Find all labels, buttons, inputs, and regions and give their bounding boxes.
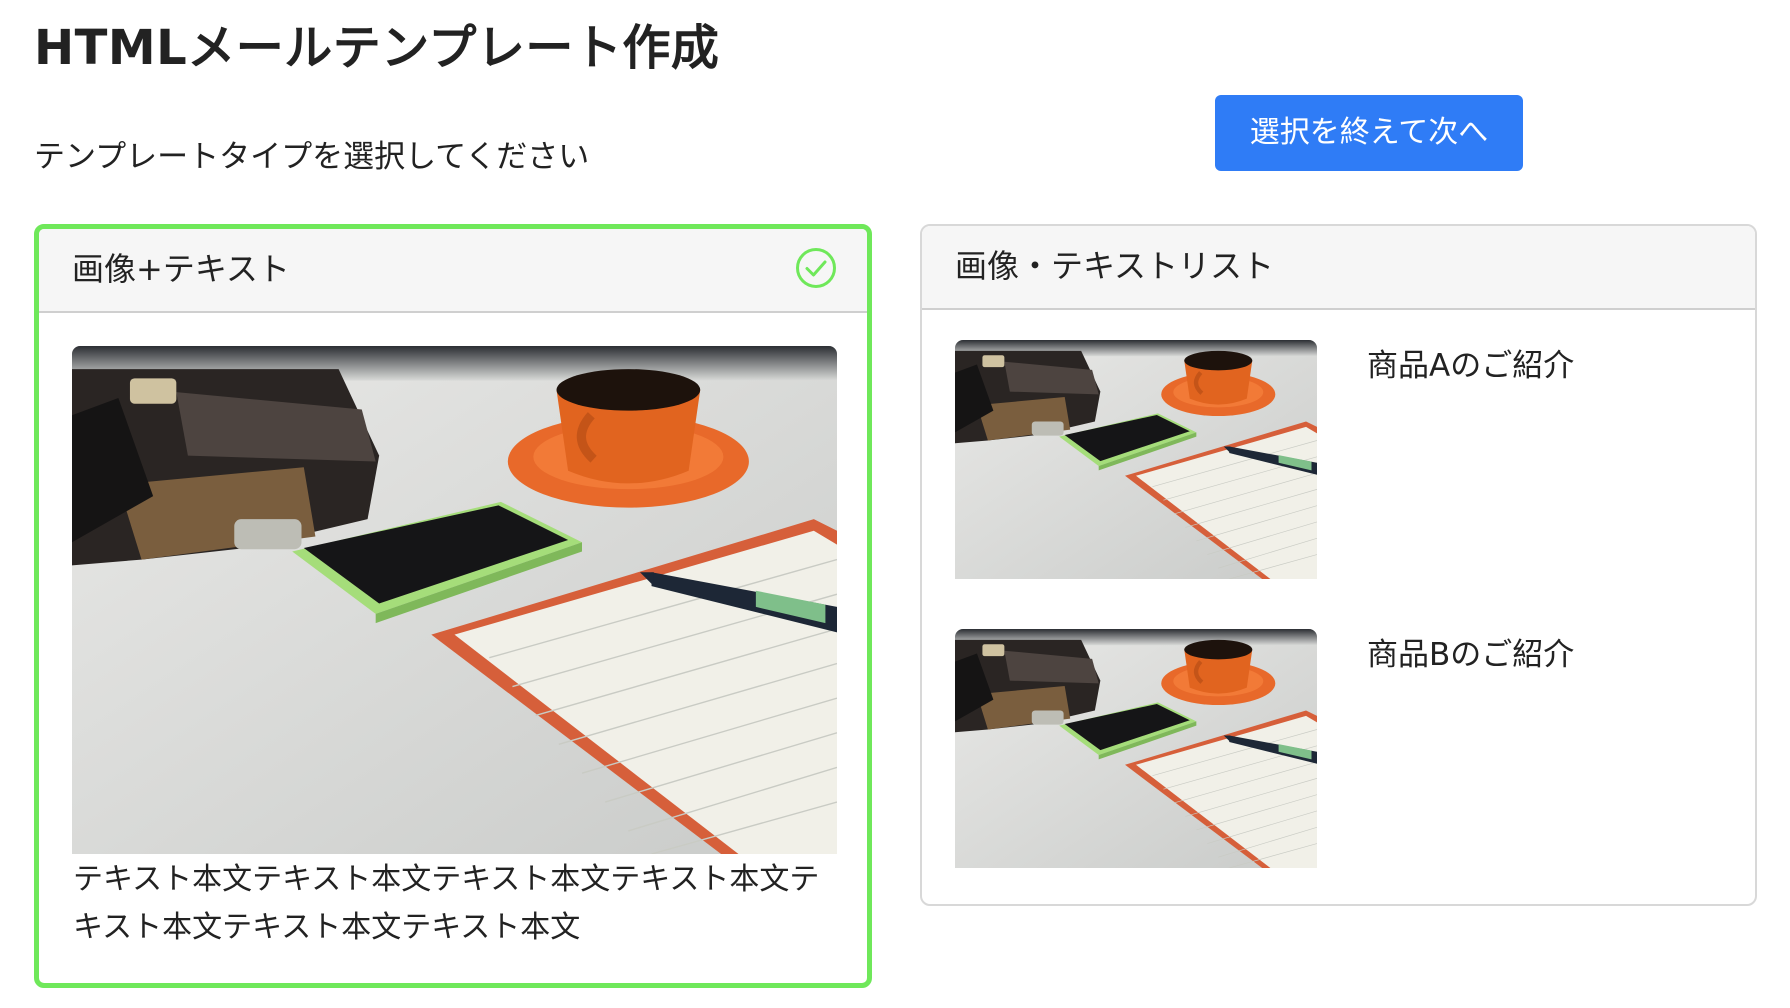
finish-selection-next-button[interactable]: 選択を終えて次へ bbox=[1215, 95, 1523, 171]
template-card-image-text[interactable]: 画像+テキスト テキスト本文テキスト本文テキスト本文テキスト本文テキスト本文テキ… bbox=[34, 224, 872, 988]
template-body-text: テキスト本文テキスト本文テキスト本文テキスト本文テキスト本文テキスト本文テキスト… bbox=[73, 862, 820, 945]
list-item-image bbox=[955, 340, 1317, 579]
template-preview-image bbox=[72, 346, 837, 854]
check-circle-icon bbox=[795, 247, 837, 289]
card-title: 画像・テキストリスト bbox=[955, 247, 1275, 285]
card-title: 画像+テキスト bbox=[72, 250, 290, 288]
card-header: 画像・テキストリスト bbox=[922, 226, 1755, 310]
list-item-title: 商品Aのご紹介 bbox=[1367, 348, 1575, 384]
page-title: HTMLメールテンプレート作成 bbox=[34, 20, 720, 76]
template-type-prompt: テンプレートタイプを選択してください bbox=[34, 139, 590, 175]
card-header: 画像+テキスト bbox=[39, 229, 867, 313]
list-item-title: 商品Bのご紹介 bbox=[1367, 637, 1575, 673]
list-item-image bbox=[955, 629, 1317, 868]
template-card-image-text-list[interactable]: 画像・テキストリスト 商品Aのご紹介 商品Bのご紹介 bbox=[920, 224, 1757, 906]
